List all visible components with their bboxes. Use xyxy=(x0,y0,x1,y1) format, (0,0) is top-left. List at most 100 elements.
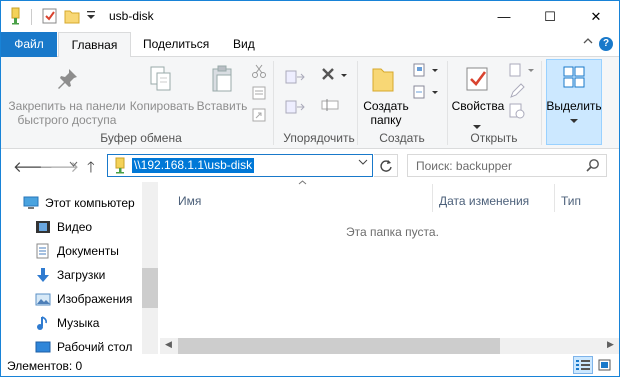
column-header-date-modified[interactable]: Дата изменения xyxy=(439,194,529,208)
pictures-folder-icon xyxy=(35,291,51,307)
new-item-icon[interactable] xyxy=(413,63,441,80)
nav-item-this-pc[interactable]: Этот компьютер xyxy=(23,192,135,214)
pin-to-quick-access-button[interactable]: Закрепить на панели быстрого доступа xyxy=(5,99,129,127)
window-title: usb-disk xyxy=(109,9,154,23)
history-icon[interactable] xyxy=(509,103,525,122)
column-divider[interactable] xyxy=(432,184,433,212)
scroll-right-arrow-icon[interactable]: ▶ xyxy=(607,339,614,350)
properties-icon xyxy=(465,65,491,96)
status-bar: Элементов: 0 xyxy=(1,354,619,376)
computer-icon xyxy=(23,195,39,211)
nav-pane-scrollbar[interactable] xyxy=(142,182,158,354)
nav-item-label: Этот компьютер xyxy=(45,196,135,210)
nav-item-label: Музыка xyxy=(57,316,100,330)
documents-folder-icon xyxy=(35,243,51,259)
rename-icon[interactable] xyxy=(321,97,339,116)
network-folder-icon xyxy=(114,157,128,178)
open-icon[interactable] xyxy=(509,63,537,80)
properties-quick-icon[interactable] xyxy=(42,7,58,25)
clipboard-group-label: Буфер обмена xyxy=(100,131,182,145)
paste-icon xyxy=(211,65,235,96)
customize-qa-dropdown-icon[interactable] xyxy=(86,9,96,27)
copy-to-icon[interactable] xyxy=(285,99,307,118)
tab-file[interactable]: Файл xyxy=(1,32,57,57)
group-separator xyxy=(273,61,274,145)
file-list-scroll-thumb[interactable] xyxy=(178,338,500,354)
scroll-left-arrow-icon[interactable]: ◀ xyxy=(165,339,172,350)
downloads-folder-icon xyxy=(35,267,51,283)
move-to-icon[interactable] xyxy=(285,69,307,88)
nav-item-label: Загрузки xyxy=(57,268,106,282)
group-separator xyxy=(541,61,542,145)
new-folder-quick-icon[interactable] xyxy=(64,7,80,25)
navigation-pane: Этот компьютер Видео Документы Загрузки … xyxy=(1,182,158,354)
copy-icon xyxy=(149,65,173,96)
empty-folder-message: Эта папка пуста. xyxy=(346,225,439,239)
ribbon: Закрепить на панели быстрого доступа Коп… xyxy=(1,57,619,149)
column-divider[interactable] xyxy=(554,184,555,212)
items-count: Элементов: 0 xyxy=(7,359,83,373)
organize-group-label: Упорядочить xyxy=(283,131,355,145)
delete-icon[interactable] xyxy=(321,67,347,86)
music-folder-icon xyxy=(35,315,51,331)
nav-item-label: Видео xyxy=(57,220,93,234)
large-icons-view-button[interactable] xyxy=(595,356,615,374)
nav-item-video[interactable]: Видео xyxy=(35,216,92,238)
video-folder-icon xyxy=(35,219,51,235)
nav-item-label: Изображения xyxy=(57,292,133,306)
easy-access-icon[interactable] xyxy=(413,85,441,102)
nav-item-label: Документы xyxy=(57,244,119,258)
maximize-button[interactable]: ☐ xyxy=(527,1,573,32)
nav-item-downloads[interactable]: Загрузки xyxy=(35,264,105,286)
select-button[interactable]: Выделить xyxy=(544,99,604,113)
collapse-ribbon-icon[interactable] xyxy=(583,36,593,49)
refresh-button[interactable] xyxy=(374,154,398,177)
select-dropdown-icon[interactable] xyxy=(570,113,578,127)
desktop-folder-icon xyxy=(35,339,51,355)
close-button[interactable]: ✕ xyxy=(573,1,619,32)
recent-locations-icon[interactable] xyxy=(69,160,78,170)
up-arrow-icon[interactable]: 🡑 xyxy=(87,157,95,182)
minimize-button[interactable]: — xyxy=(481,1,527,32)
nav-pane-scroll-thumb[interactable] xyxy=(142,268,158,308)
new-folder-label-line1: Создать xyxy=(363,99,409,113)
properties-button[interactable]: Свойства xyxy=(449,99,507,113)
explorer-window: usb-disk — ☐ ✕ Файл Главная Поделиться В… xyxy=(0,0,620,377)
search-box[interactable]: Поиск: backupper xyxy=(407,154,607,177)
copy-button[interactable]: Копировать xyxy=(127,99,197,113)
nav-item-music[interactable]: Музыка xyxy=(35,312,99,334)
nav-item-label: Рабочий стол xyxy=(57,340,133,354)
search-icon[interactable] xyxy=(586,158,600,175)
help-icon[interactable]: ? xyxy=(599,37,613,51)
cut-icon[interactable] xyxy=(251,63,267,82)
pin-label-line1: Закрепить на панели xyxy=(8,99,126,113)
address-field[interactable]: \\192.168.1.1\usb-disk xyxy=(107,154,373,177)
column-header-type[interactable]: Тип xyxy=(561,194,581,208)
new-folder-button[interactable]: Создать папку xyxy=(357,99,415,127)
nav-item-pictures[interactable]: Изображения xyxy=(35,288,132,310)
address-path-text[interactable]: \\192.168.1.1\usb-disk xyxy=(132,158,255,173)
tab-share[interactable]: Поделиться xyxy=(131,32,221,57)
address-dropdown-icon[interactable] xyxy=(358,158,368,169)
new-folder-icon xyxy=(371,65,395,96)
edit-icon[interactable] xyxy=(509,83,525,102)
paste-shortcut-icon[interactable] xyxy=(251,107,267,126)
paste-button[interactable]: Вставить xyxy=(195,99,249,113)
create-group-label: Создать xyxy=(379,131,425,145)
refresh-icon xyxy=(379,159,392,172)
copy-path-icon[interactable] xyxy=(251,85,267,104)
file-list-horizontal-scrollbar[interactable]: ◀ ▶ xyxy=(160,338,619,354)
pin-label-line2: быстрого доступа xyxy=(17,113,117,127)
search-placeholder: Поиск: backupper xyxy=(416,159,512,173)
ribbon-tabs: Файл Главная Поделиться Вид ? xyxy=(1,32,619,58)
tab-view[interactable]: Вид xyxy=(221,32,267,57)
nav-item-documents[interactable]: Документы xyxy=(35,240,119,262)
tab-home[interactable]: Главная xyxy=(58,32,131,58)
sort-indicator-icon xyxy=(298,178,307,187)
details-view-icon xyxy=(576,360,590,370)
column-header-name[interactable]: Имя xyxy=(178,194,201,208)
details-view-button[interactable] xyxy=(573,356,593,374)
folder-app-icon xyxy=(9,7,25,25)
open-group-label: Открыть xyxy=(470,131,518,145)
group-separator xyxy=(447,61,448,145)
